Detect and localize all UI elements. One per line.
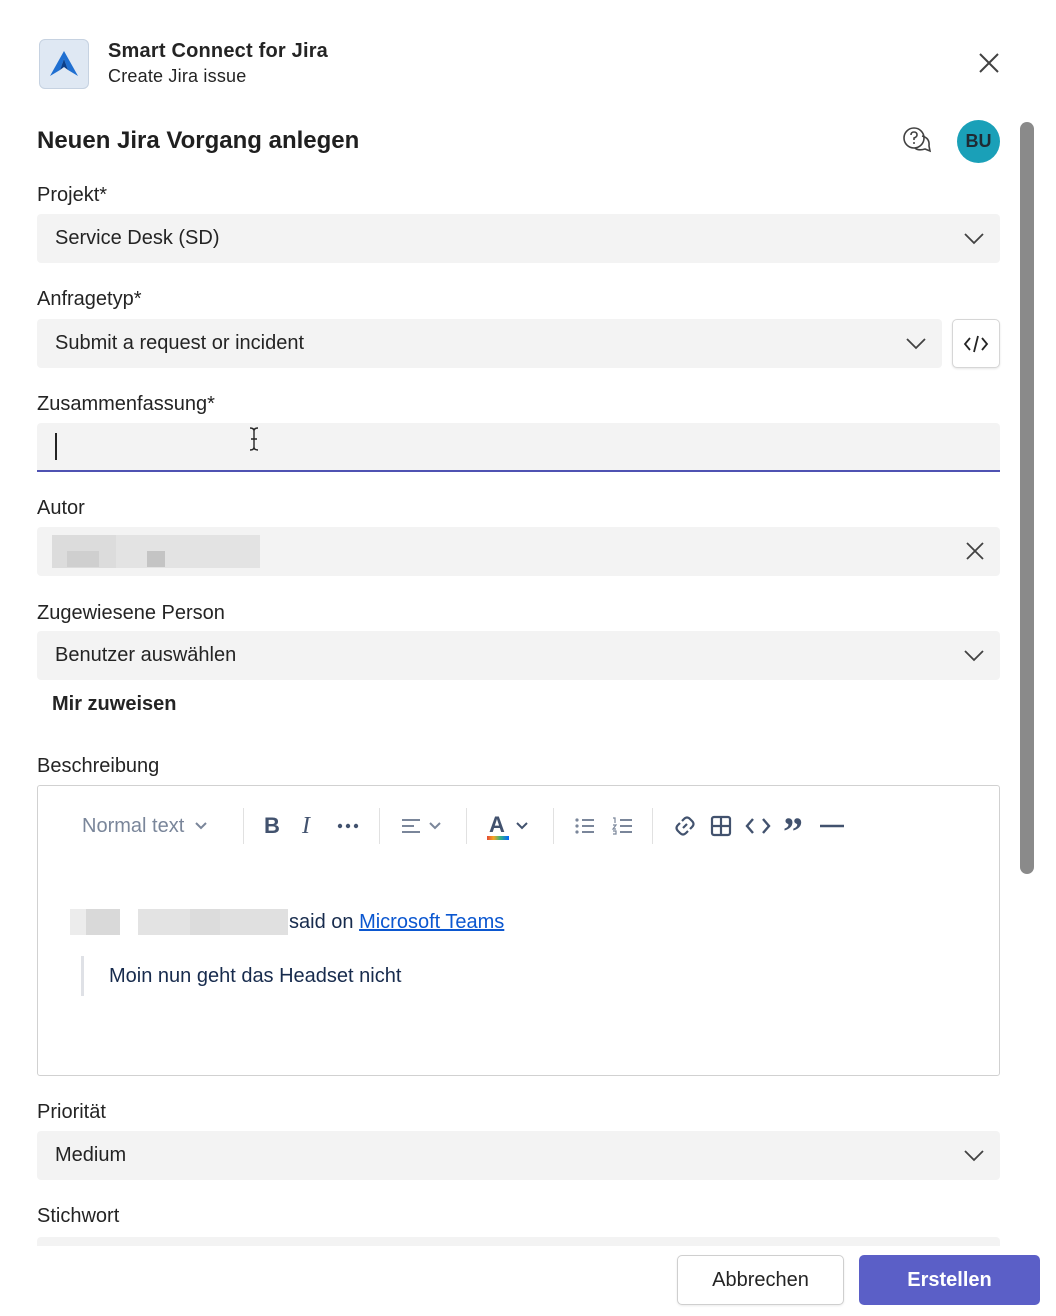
close-button[interactable] <box>972 46 1006 80</box>
author-label: Autor <box>37 497 85 519</box>
priority-label: Priorität <box>37 1101 106 1123</box>
priority-value: Medium <box>55 1144 127 1166</box>
link-button[interactable] <box>673 806 697 846</box>
teams-link[interactable]: Microsoft Teams <box>359 911 504 933</box>
page-title: Neuen Jira Vorgang anlegen <box>37 127 360 154</box>
request-type-label: Anfragetyp* <box>37 288 142 310</box>
summary-label: Zusammenfassung* <box>37 393 215 415</box>
editor-toolbar: Normal text B I A ” <box>38 806 999 852</box>
code-icon <box>963 335 989 352</box>
code-icon <box>745 818 771 834</box>
quote-icon: ” <box>783 809 803 854</box>
chevron-down-icon <box>195 822 207 830</box>
help-chat-icon <box>903 127 932 153</box>
app-header: Smart Connect for Jira Create Jira issue <box>0 0 1056 110</box>
redacted-author-name <box>147 551 165 567</box>
create-button[interactable]: Erstellen <box>859 1255 1040 1305</box>
said-on-text: said on <box>289 911 360 933</box>
text-style-dropdown[interactable]: Normal text <box>82 806 208 846</box>
chevron-down-icon <box>964 1150 984 1162</box>
scrollbar[interactable] <box>1020 122 1034 874</box>
request-type-select[interactable]: Submit a request or incident <box>37 319 942 368</box>
table-button[interactable] <box>710 806 732 846</box>
code-block-button[interactable] <box>745 806 771 846</box>
chevron-down-icon <box>906 338 926 350</box>
italic-icon: I <box>302 812 310 839</box>
more-formatting-button[interactable] <box>337 806 359 846</box>
table-icon <box>710 815 732 837</box>
redacted-author-name <box>116 535 260 568</box>
divider-button[interactable] <box>820 806 844 846</box>
align-left-icon <box>402 819 420 833</box>
text-color-icon: A <box>487 812 509 840</box>
text-cursor-icon <box>249 427 259 451</box>
text-style-label: Normal text <box>82 814 185 837</box>
redacted-author-name <box>67 551 99 567</box>
text-caret <box>55 433 57 460</box>
text-color-dropdown[interactable]: A <box>487 806 529 846</box>
redacted-name <box>70 909 288 935</box>
assign-to-me-link[interactable]: Mir zuweisen <box>52 693 176 716</box>
align-dropdown[interactable] <box>400 806 442 846</box>
link-icon <box>675 816 695 836</box>
avatar[interactable]: BU <box>957 120 1000 163</box>
more-icon <box>337 823 359 829</box>
help-button[interactable] <box>899 122 935 158</box>
jira-logo-icon <box>39 39 89 89</box>
horizontal-rule-icon <box>820 824 844 828</box>
keyword-label: Stichwort <box>37 1205 120 1227</box>
assignee-label: Zugewiesene Person <box>37 602 225 624</box>
bold-icon: B <box>264 813 280 838</box>
cancel-button[interactable]: Abbrechen <box>677 1255 844 1305</box>
summary-input[interactable] <box>37 423 1000 472</box>
priority-select[interactable]: Medium <box>37 1131 1000 1180</box>
italic-button[interactable]: I <box>302 806 310 846</box>
app-title: Smart Connect for Jira <box>108 40 329 62</box>
project-label: Projekt* <box>37 184 108 206</box>
dialog-footer: Abbrechen Erstellen <box>0 1246 1056 1316</box>
assignee-select[interactable]: Benutzer auswählen <box>37 631 1000 680</box>
close-icon <box>966 542 984 560</box>
bullet-list-icon <box>575 818 594 834</box>
chevron-down-icon <box>516 822 528 830</box>
author-field[interactable] <box>37 527 1000 576</box>
bullet-list-button[interactable] <box>574 806 596 846</box>
quote-button[interactable]: ” <box>783 806 803 852</box>
project-select[interactable]: Service Desk (SD) <box>37 214 1000 263</box>
assignee-value: Benutzer auswählen <box>55 644 237 666</box>
chevron-down-icon <box>964 650 984 662</box>
numbered-list-button[interactable] <box>611 806 633 846</box>
bold-button[interactable]: B <box>264 806 280 846</box>
code-view-button[interactable] <box>952 319 1000 368</box>
chevron-down-icon <box>429 822 441 830</box>
project-value: Service Desk (SD) <box>55 227 220 249</box>
app-subtitle: Create Jira issue <box>108 66 247 86</box>
request-type-value: Submit a request or incident <box>55 332 305 354</box>
clear-author-button[interactable] <box>962 538 988 564</box>
close-icon <box>979 53 999 73</box>
description-label: Beschreibung <box>37 755 160 777</box>
chevron-down-icon <box>964 233 984 245</box>
numbered-list-icon <box>611 817 632 835</box>
quote-block: Moin nun geht das Headset nicht <box>81 956 401 996</box>
description-editor[interactable]: Normal text B I A ” said on Microsoft Te… <box>37 785 1000 1076</box>
